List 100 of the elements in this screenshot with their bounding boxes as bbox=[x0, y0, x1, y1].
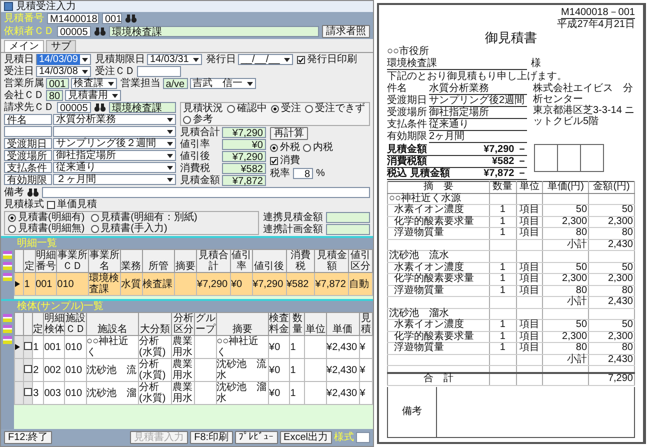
table-cell: 1 bbox=[290, 342, 296, 352]
row-selector[interactable] bbox=[14, 272, 24, 296]
radio-button[interactable] bbox=[271, 104, 279, 112]
binoculars-icon[interactable] bbox=[94, 27, 106, 36]
table-cell: 80 bbox=[622, 227, 633, 238]
table-cell: ○○神社近く bbox=[216, 336, 259, 358]
action-button[interactable]: ﾌﾟﾚﾋﾞｭｰ bbox=[234, 431, 278, 444]
field-label: 受注日 bbox=[4, 66, 34, 77]
table-cell: 001 bbox=[36, 278, 52, 290]
radio-button[interactable] bbox=[90, 224, 99, 232]
text-field[interactable]: 00005 bbox=[57, 102, 91, 113]
term-value: 水質分析業務 bbox=[429, 83, 527, 95]
field-label: 会社ＣＤ bbox=[4, 90, 44, 101]
dropdown-field[interactable]: ２ヶ月間 bbox=[53, 174, 176, 185]
table-cell: ¥ bbox=[360, 364, 366, 376]
dropdown-field[interactable]: 見積書用 bbox=[65, 90, 122, 101]
text-field[interactable]: 00005 bbox=[57, 26, 91, 37]
table-cell: 検査課 bbox=[142, 278, 173, 290]
stamp-box bbox=[534, 144, 558, 172]
date-dropdown[interactable]: 14/03/31 bbox=[146, 54, 202, 65]
field-label: 受注ＣＤ bbox=[94, 66, 135, 77]
column-header: 単価(円) bbox=[547, 181, 584, 192]
table-cell: 農業用水 bbox=[172, 336, 192, 358]
checkbox[interactable] bbox=[24, 364, 32, 372]
requester-button[interactable]: 請求者照 bbox=[322, 25, 370, 38]
text-field[interactable]: M1400018 bbox=[47, 13, 99, 24]
field-label: 様式 bbox=[334, 432, 354, 443]
checkbox[interactable] bbox=[296, 56, 305, 64]
exit-button[interactable]: F12:終了 bbox=[4, 431, 52, 444]
checkbox[interactable] bbox=[47, 200, 55, 208]
table-cell: 010 bbox=[57, 278, 74, 290]
table-cell: 50 bbox=[576, 262, 588, 272]
dropdown-field[interactable]: 従来通り bbox=[53, 162, 176, 173]
app-icon bbox=[4, 2, 13, 11]
text-field[interactable]: 001 bbox=[102, 13, 122, 24]
text-field[interactable]: 8 bbox=[293, 168, 313, 179]
table-cell: 項目 bbox=[519, 284, 540, 296]
text-field[interactable] bbox=[4, 126, 52, 137]
row-selector[interactable] bbox=[14, 336, 24, 358]
table-cell: 1 bbox=[290, 364, 296, 376]
tab[interactable]: サブ bbox=[46, 40, 76, 52]
date-dropdown[interactable]: 14/03/09 bbox=[36, 54, 91, 65]
binoculars-icon[interactable] bbox=[27, 188, 39, 197]
table-cell: 1 bbox=[33, 342, 39, 352]
total-label: 見積金額 bbox=[387, 144, 427, 155]
text-field[interactable]: 支払条件 bbox=[4, 162, 52, 173]
column-header: 数量 bbox=[492, 181, 513, 192]
radio-button[interactable] bbox=[8, 214, 16, 222]
window-title: 見積受注入力 bbox=[16, 1, 76, 12]
dropdown-field[interactable]: 御社指定場所 bbox=[53, 150, 176, 161]
table-cell: ¥0 bbox=[269, 388, 280, 398]
radio-button[interactable] bbox=[270, 144, 278, 152]
column-header: 単位 bbox=[305, 324, 326, 335]
action-button[interactable]: Excel出力 bbox=[280, 431, 332, 444]
column-header: 事業所名 bbox=[89, 250, 120, 272]
checkbox[interactable] bbox=[24, 342, 32, 350]
field-label: 連携計画金額 bbox=[263, 224, 323, 235]
intro-text: 下記のとおり御見積もり申し上げます。 bbox=[387, 71, 568, 82]
text-field[interactable]: 有効期限 bbox=[4, 174, 52, 185]
text-field[interactable] bbox=[136, 66, 181, 77]
date-dropdown[interactable]: __/__/__ bbox=[238, 54, 293, 65]
subtotal-label: 小計 bbox=[567, 296, 588, 307]
recalculate-button[interactable]: 再計算 bbox=[270, 127, 308, 140]
tab[interactable]: メイン bbox=[4, 40, 44, 52]
table-cell: 80 bbox=[576, 284, 588, 296]
binoculars-icon[interactable] bbox=[94, 103, 106, 112]
checkbox[interactable] bbox=[270, 156, 278, 164]
amount-field: ¥582 bbox=[222, 163, 266, 174]
action-button[interactable]: F8:印刷 bbox=[190, 431, 233, 444]
dropdown-field[interactable] bbox=[53, 126, 176, 137]
column-header: 単位 bbox=[519, 181, 540, 192]
field-label: 発行日 bbox=[206, 54, 236, 65]
term-label: 受渡期日 bbox=[387, 95, 427, 106]
radio-button[interactable] bbox=[305, 104, 313, 112]
date-dropdown[interactable]: 14/03/08 bbox=[36, 66, 91, 77]
table-cell: 農業用水 bbox=[172, 382, 192, 404]
text-field[interactable]: 受渡場所 bbox=[4, 150, 52, 161]
dropdown-field[interactable]: 検査課 bbox=[70, 78, 117, 89]
text-field[interactable] bbox=[356, 432, 370, 443]
table-cell: 2,300 bbox=[562, 273, 588, 284]
dropdown-field[interactable]: 水質分析業務 bbox=[53, 114, 176, 125]
remarks-field[interactable] bbox=[42, 187, 370, 198]
table-cell: 1 bbox=[500, 330, 506, 342]
dropdown-field[interactable]: 吉武 信一 bbox=[190, 78, 256, 89]
text-field[interactable]: 件名 bbox=[4, 114, 52, 125]
table-cell: 1 bbox=[290, 388, 296, 398]
table-cell: 2,430 bbox=[608, 296, 633, 307]
radio-button[interactable] bbox=[90, 214, 99, 222]
radio-button[interactable] bbox=[303, 144, 311, 152]
radio-button[interactable] bbox=[227, 104, 235, 112]
radio-button[interactable] bbox=[183, 116, 191, 124]
radio-button[interactable] bbox=[8, 224, 16, 232]
table-cell: 分析(水質) bbox=[138, 359, 166, 381]
table-cell: 002 bbox=[44, 364, 61, 376]
checkbox[interactable] bbox=[24, 388, 32, 396]
text-field[interactable]: 受渡期日 bbox=[4, 138, 52, 149]
dropdown-field[interactable]: サンプリング後２週間 bbox=[53, 138, 176, 149]
binoculars-icon[interactable] bbox=[125, 14, 137, 23]
table-cell: ¥0 bbox=[269, 342, 280, 352]
caret-icon bbox=[108, 82, 114, 86]
